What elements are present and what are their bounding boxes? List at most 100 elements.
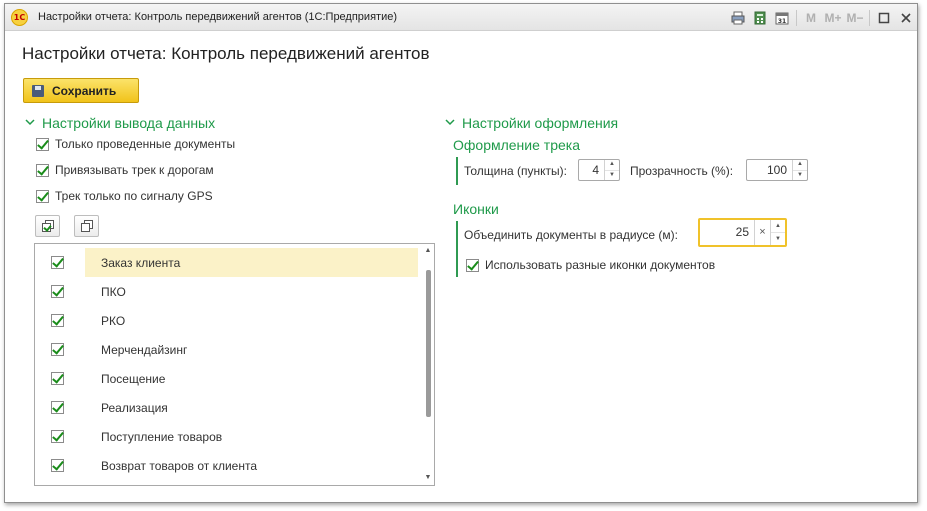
save-disk-icon (32, 84, 44, 97)
list-item-label: Возврат товаров от клиента (101, 458, 258, 473)
title-bar-buttons: 31 M M+ M− (727, 4, 917, 31)
close-icon[interactable] (895, 7, 917, 29)
data-output-group-title: Настройки вывода данных (42, 115, 216, 131)
option-label: Трек только по сигналу GPS (55, 189, 213, 203)
checkbox[interactable] (36, 189, 49, 203)
list-item[interactable]: ПКО (35, 277, 418, 306)
memory-minus-button[interactable]: M− (844, 7, 866, 29)
list-item[interactable]: Посещение (35, 364, 418, 393)
checkbox[interactable] (50, 401, 64, 414)
checkbox[interactable] (36, 163, 49, 177)
list-item[interactable]: Реализация (35, 393, 418, 422)
report-settings-window: 1С Настройки отчета: Контроль передвижен… (4, 3, 918, 503)
page-title: Настройки отчета: Контроль передвижений … (22, 44, 430, 63)
svg-text:31: 31 (778, 18, 786, 25)
list-item-checkbox-cell[interactable] (35, 277, 85, 306)
chevron-down-icon (445, 117, 455, 129)
checkbox[interactable] (36, 137, 49, 151)
spin-down-icon[interactable]: ▼ (771, 233, 785, 245)
checkbox[interactable] (50, 343, 64, 356)
transparency-value[interactable]: 100 (747, 160, 792, 180)
track-section-line (456, 157, 458, 185)
title-bar: 1С Настройки отчета: Контроль передвижен… (5, 4, 917, 31)
merge-radius-arrows[interactable]: ▲ ▼ (770, 220, 785, 245)
save-button-label: Сохранить (52, 83, 117, 98)
spin-down-icon[interactable]: ▼ (605, 171, 619, 181)
spin-up-icon[interactable]: ▲ (793, 160, 807, 171)
scroll-up-arrow-icon[interactable]: ▲ (424, 247, 432, 255)
checkbox[interactable] (50, 430, 64, 443)
option-label: Только проведенные документы (55, 137, 236, 151)
list-item-label: Реализация (101, 400, 168, 415)
option-posted-only[interactable]: Только проведенные документы (36, 137, 235, 151)
merge-radius-value[interactable]: 25 (700, 220, 754, 245)
uncheck-all-icon (80, 220, 93, 232)
icons-section-title: Иконки (453, 201, 499, 217)
list-item-label: РКО (101, 313, 126, 328)
data-output-group-header[interactable]: Настройки вывода данных (25, 115, 215, 131)
use-different-icons-option[interactable]: Использовать разные иконки документов (466, 258, 715, 272)
appearance-group-title: Настройки оформления (462, 115, 619, 131)
spin-up-icon[interactable]: ▲ (605, 160, 619, 171)
checkbox[interactable] (466, 258, 479, 272)
toolbar-separator (796, 9, 797, 26)
checkbox[interactable] (50, 459, 64, 472)
clear-icon[interactable]: × (754, 220, 770, 245)
check-all-icon (41, 220, 54, 232)
option-label: Использовать разные иконки документов (485, 258, 716, 272)
list-item-checkbox-cell[interactable] (35, 335, 85, 364)
calculator-icon[interactable] (749, 7, 771, 29)
checkbox[interactable] (50, 256, 64, 269)
list-item[interactable]: Возврат товаров от клиента (35, 451, 418, 480)
transparency-arrows[interactable]: ▲ ▼ (792, 160, 807, 180)
list-item[interactable]: Мерчендайзинг (35, 335, 418, 364)
list-scrollbar[interactable]: ▲ ▼ (422, 244, 434, 485)
option-gps-only[interactable]: Трек только по сигналу GPS (36, 189, 213, 203)
list-item-label: Мерчендайзинг (101, 342, 188, 357)
list-item-label: Заказ клиента (85, 248, 418, 277)
spin-down-icon[interactable]: ▼ (793, 171, 807, 181)
thickness-arrows[interactable]: ▲ ▼ (604, 160, 619, 180)
list-item[interactable]: РКО (35, 306, 418, 335)
merge-radius-input[interactable]: 25 × ▲ ▼ (698, 218, 787, 247)
list-item-label: ПКО (101, 284, 126, 299)
list-item[interactable]: Заказ клиента (35, 248, 418, 277)
list-item-checkbox-cell[interactable] (35, 364, 85, 393)
option-bind-track-to-roads[interactable]: Привязывать трек к дорогам (36, 163, 214, 177)
print-icon[interactable] (727, 7, 749, 29)
checkbox[interactable] (50, 285, 64, 298)
appearance-group-header[interactable]: Настройки оформления (445, 115, 618, 131)
thickness-label: Толщина (пункты): (464, 164, 567, 178)
chevron-down-icon (25, 117, 35, 129)
checkbox[interactable] (50, 314, 64, 327)
save-button[interactable]: Сохранить (23, 78, 139, 103)
list-item-checkbox-cell[interactable] (35, 451, 85, 480)
list-item-checkbox-cell[interactable] (35, 422, 85, 451)
maximize-icon[interactable] (873, 7, 895, 29)
calendar-icon[interactable]: 31 (771, 7, 793, 29)
app-logo-icon[interactable]: 1С (11, 9, 28, 26)
window-title: Настройки отчета: Контроль передвижений … (38, 11, 397, 23)
thickness-value[interactable]: 4 (579, 160, 604, 180)
check-all-button[interactable] (35, 215, 60, 237)
list-item-label: Посещение (101, 371, 166, 386)
thickness-spinner[interactable]: 4 ▲ ▼ (578, 159, 620, 181)
scroll-thumb[interactable] (426, 270, 431, 417)
track-section-title: Оформление трека (453, 137, 580, 153)
memory-button[interactable]: M (800, 7, 822, 29)
merge-radius-label: Объединить документы в радиусе (м): (464, 228, 678, 242)
scroll-down-arrow-icon[interactable]: ▼ (424, 474, 432, 482)
icons-section-line (456, 221, 458, 277)
transparency-spinner[interactable]: 100 ▲ ▼ (746, 159, 808, 181)
uncheck-all-button[interactable] (74, 215, 99, 237)
spin-up-icon[interactable]: ▲ (771, 220, 785, 233)
list-item-checkbox-cell[interactable] (35, 248, 85, 277)
list-item[interactable]: Поступление товаров (35, 422, 418, 451)
list-item-checkbox-cell[interactable] (35, 306, 85, 335)
checkbox[interactable] (50, 372, 64, 385)
toolbar-separator (869, 9, 870, 26)
list-item-checkbox-cell[interactable] (35, 393, 85, 422)
document-types-list[interactable]: Заказ клиента ПКО РКО Мерчендайзинг Посе… (34, 243, 435, 486)
memory-plus-button[interactable]: M+ (822, 7, 844, 29)
option-label: Привязывать трек к дорогам (55, 163, 214, 177)
